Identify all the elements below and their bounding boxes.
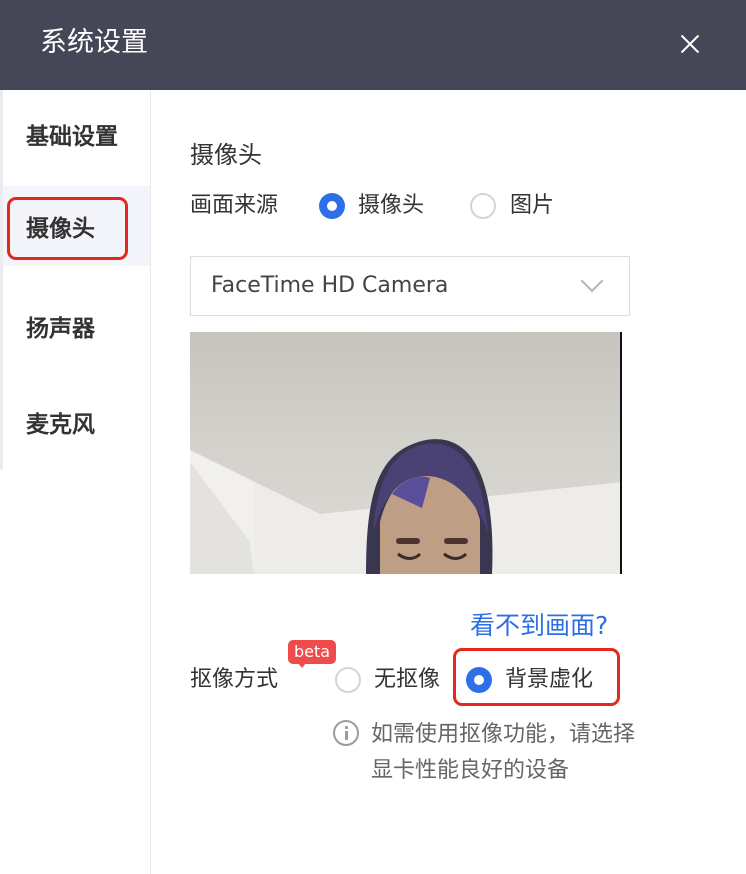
settings-dialog: 系统设置 基础设置 摄像头 扬声器 麦克风 摄像头 画面来源 摄像头 图片 Fa…: [0, 0, 746, 874]
matting-note-line1: 如需使用抠像功能，请选择: [371, 722, 636, 747]
matting-none-label[interactable]: 无抠像: [374, 663, 440, 697]
info-icon: [333, 720, 359, 746]
camera-preview-image: [190, 439, 622, 574]
sidebar-edge: [0, 90, 3, 470]
matting-note-line2: 显卡性能良好的设备: [371, 758, 570, 783]
source-camera-radio[interactable]: [319, 193, 345, 219]
source-camera-label[interactable]: 摄像头: [358, 189, 424, 223]
close-icon[interactable]: [670, 24, 710, 64]
camera-device-select[interactable]: FaceTime HD Camera: [190, 256, 630, 316]
camera-preview: [190, 332, 622, 574]
dialog-title: 系统设置: [40, 27, 148, 58]
sidebar-item-basic[interactable]: 基础设置: [0, 98, 150, 178]
title-bar: 系统设置: [0, 0, 746, 90]
sidebar-item-microphone[interactable]: 麦克风: [0, 386, 150, 466]
sidebar-item-label: 基础设置: [26, 124, 118, 150]
sidebar-item-label: 麦克风: [26, 412, 95, 438]
sidebar-item-label: 扬声器: [26, 316, 95, 342]
sidebar-item-speaker[interactable]: 扬声器: [0, 290, 150, 370]
section-title: 摄像头: [190, 141, 262, 169]
matting-mode-label: 抠像方式: [190, 667, 279, 692]
source-image-radio[interactable]: [470, 193, 496, 219]
source-label: 画面来源: [190, 193, 279, 218]
source-image-label[interactable]: 图片: [510, 189, 554, 223]
matting-none-radio[interactable]: [335, 667, 361, 693]
cannot-see-video-link[interactable]: 看不到画面?: [470, 609, 608, 643]
chevron-down-icon: [580, 269, 604, 293]
highlight-box-blur: [453, 648, 620, 706]
highlight-box-camera: [7, 197, 128, 260]
beta-badge: beta: [288, 640, 337, 668]
camera-device-value: FaceTime HD Camera: [211, 273, 449, 298]
preview-border: [620, 332, 622, 574]
